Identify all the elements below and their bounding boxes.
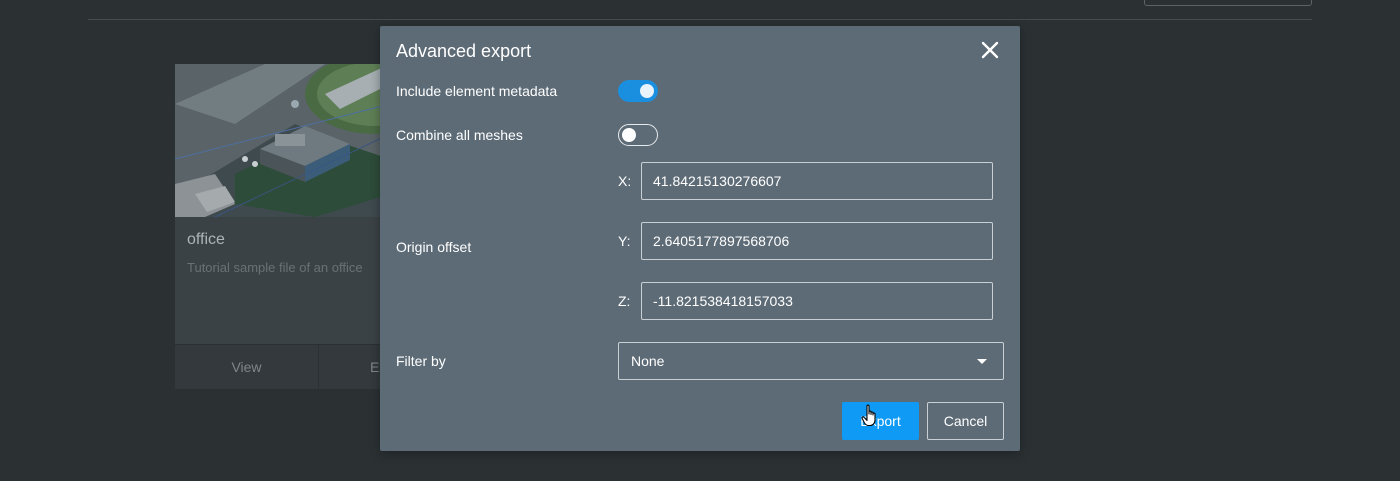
view-button[interactable]: View bbox=[175, 345, 319, 389]
advanced-export-dialog: Advanced export Include element metadata… bbox=[380, 26, 1020, 451]
project-title: office bbox=[187, 231, 225, 248]
filter-by-label: Filter by bbox=[396, 353, 446, 369]
z-axis-label: Z: bbox=[618, 293, 631, 309]
close-icon[interactable] bbox=[980, 40, 1000, 60]
origin-y-input[interactable] bbox=[641, 222, 993, 260]
export-button[interactable]: Export bbox=[842, 402, 919, 440]
header-divider bbox=[88, 19, 1312, 20]
include-metadata-toggle[interactable] bbox=[618, 80, 658, 102]
x-axis-label: X: bbox=[618, 173, 632, 189]
include-metadata-label: Include element metadata bbox=[396, 83, 558, 99]
origin-x-input[interactable] bbox=[641, 162, 993, 200]
combine-meshes-toggle[interactable] bbox=[618, 124, 658, 146]
y-axis-label: Y: bbox=[618, 233, 631, 249]
combine-meshes-label: Combine all meshes bbox=[396, 127, 523, 143]
project-card-actions: View Export bbox=[175, 344, 390, 389]
origin-offset-label: Origin offset bbox=[396, 239, 472, 255]
project-card-body: office Tutorial sample file of an office bbox=[175, 217, 390, 344]
dialog-title: Advanced export bbox=[396, 41, 532, 61]
hand-pointer-icon bbox=[861, 404, 879, 428]
cancel-button[interactable]: Cancel bbox=[927, 402, 1004, 440]
toggle-knob bbox=[622, 127, 636, 142]
header-button[interactable] bbox=[1144, 0, 1312, 6]
project-description: Tutorial sample file of an office bbox=[187, 260, 363, 275]
toggle-knob bbox=[640, 84, 654, 98]
project-thumbnail[interactable] bbox=[175, 64, 390, 217]
filter-by-value: None bbox=[631, 353, 665, 369]
origin-z-input[interactable] bbox=[641, 282, 993, 320]
chevron-down-icon bbox=[977, 359, 987, 364]
project-card: office Tutorial sample file of an office… bbox=[175, 64, 390, 389]
filter-by-select[interactable]: None bbox=[618, 342, 1004, 380]
